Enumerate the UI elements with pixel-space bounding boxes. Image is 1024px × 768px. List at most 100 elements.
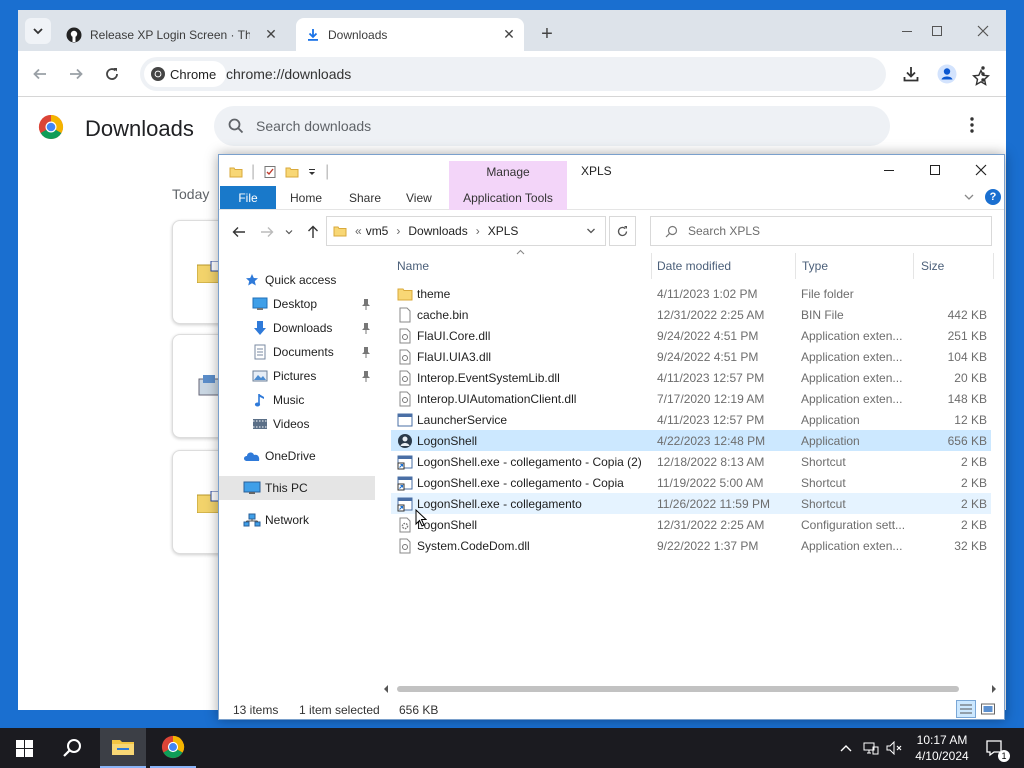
ribbon-tab-home[interactable]: Home bbox=[290, 191, 322, 205]
ribbon-tab-file[interactable]: File bbox=[220, 186, 276, 209]
explorer-search-input[interactable]: Search XPLS bbox=[650, 216, 992, 246]
omnibox[interactable]: Chrome chrome://downloads bbox=[140, 57, 990, 91]
address-history-button[interactable] bbox=[582, 216, 600, 246]
explorer-forward-button[interactable] bbox=[257, 222, 277, 242]
file-row[interactable]: Interop.EventSystemLib.dll 4/11/2023 12:… bbox=[391, 367, 991, 388]
search-icon bbox=[228, 118, 244, 134]
maximize-button[interactable] bbox=[925, 20, 949, 42]
reload-button[interactable] bbox=[101, 63, 123, 85]
column-header-date-modified[interactable]: Date modified bbox=[657, 259, 731, 273]
explorer-close-button[interactable] bbox=[971, 162, 991, 178]
site-info-chip[interactable]: Chrome bbox=[144, 61, 227, 87]
network-tray-icon[interactable] bbox=[860, 728, 882, 768]
column-header-name[interactable]: Name bbox=[397, 259, 429, 273]
file-row[interactable]: theme 4/11/2023 1:02 PM File folder bbox=[391, 283, 991, 304]
help-icon[interactable]: ? bbox=[985, 189, 1001, 205]
nav-downloads[interactable]: Downloads bbox=[219, 316, 376, 340]
file-date: 9/22/2022 1:37 PM bbox=[657, 539, 759, 553]
expand-ribbon-icon[interactable] bbox=[963, 191, 975, 203]
nav-desktop[interactable]: Desktop bbox=[219, 292, 376, 316]
minimize-button[interactable] bbox=[895, 20, 919, 42]
large-icons-view-icon[interactable] bbox=[980, 701, 996, 717]
details-view-icon[interactable] bbox=[956, 700, 976, 718]
breadcrumb-xpls[interactable]: XPLS bbox=[488, 224, 519, 238]
profile-button[interactable] bbox=[936, 63, 958, 85]
show-hidden-icons-button[interactable] bbox=[836, 728, 856, 768]
nav-music[interactable]: Music bbox=[219, 388, 376, 412]
arrow-left-icon bbox=[232, 227, 245, 237]
file-row[interactable]: LogonShell.exe - collegamento - Copia 11… bbox=[391, 472, 991, 493]
column-divider[interactable] bbox=[795, 253, 796, 279]
scrollbar-thumb[interactable] bbox=[397, 686, 959, 692]
address-bar[interactable]: « vm5 › Downloads › XPLS bbox=[326, 216, 606, 246]
nav-network[interactable]: Network bbox=[219, 508, 376, 532]
downloads-button[interactable] bbox=[900, 63, 922, 85]
taskbar-file-explorer[interactable] bbox=[100, 728, 146, 768]
ribbon-tab-share[interactable]: Share bbox=[349, 191, 381, 205]
search-icon bbox=[665, 225, 678, 237]
scroll-left-icon[interactable] bbox=[383, 685, 389, 693]
ribbon-tab-view[interactable]: View bbox=[406, 191, 432, 205]
file-row[interactable]: FlaUI.UIA3.dll 9/24/2022 4:51 PM Applica… bbox=[391, 346, 991, 367]
file-size: 20 KB bbox=[954, 371, 987, 385]
nav-this-pc[interactable]: This PC bbox=[219, 476, 375, 500]
ribbon-tab-application-tools[interactable]: Application Tools bbox=[449, 191, 567, 205]
back-button[interactable] bbox=[29, 63, 51, 85]
breadcrumb-downloads[interactable]: Downloads bbox=[408, 224, 467, 238]
clock[interactable]: 10:17 AM 4/10/2024 bbox=[912, 732, 972, 764]
downloads-more-icon[interactable] bbox=[962, 116, 982, 134]
nav-pictures[interactable]: Pictures bbox=[219, 364, 376, 388]
sort-ascending-icon bbox=[516, 249, 525, 255]
pin-icon bbox=[362, 347, 370, 358]
file-row[interactable]: LogonShell.exe - collegamento - Copia (2… bbox=[391, 451, 991, 472]
up-level-button[interactable] bbox=[303, 222, 323, 242]
nav-documents[interactable]: Documents bbox=[219, 340, 376, 364]
tab-release-xp[interactable]: Release XP Login Screen · TheR ✕ bbox=[58, 18, 286, 51]
file-row-selected[interactable]: LogonShell 4/22/2023 12:48 PM Applicatio… bbox=[391, 430, 991, 451]
nav-onedrive[interactable]: OneDrive bbox=[219, 444, 376, 468]
explorer-back-button[interactable] bbox=[229, 222, 249, 242]
column-divider[interactable] bbox=[993, 253, 994, 279]
volume-tray-icon[interactable] bbox=[884, 728, 906, 768]
column-header-size[interactable]: Size bbox=[921, 259, 944, 273]
close-tab-icon[interactable]: ✕ bbox=[502, 26, 516, 42]
column-header-type[interactable]: Type bbox=[802, 259, 828, 273]
customize-qat-icon[interactable] bbox=[307, 167, 317, 177]
refresh-button[interactable] bbox=[609, 216, 636, 246]
scroll-right-icon[interactable] bbox=[991, 685, 997, 693]
file-row[interactable]: cache.bin 12/31/2022 2:25 AM BIN File 44… bbox=[391, 304, 991, 325]
breadcrumb-vm5[interactable]: vm5 bbox=[366, 224, 389, 238]
close-tab-icon[interactable]: ✕ bbox=[264, 26, 278, 42]
file-row-hovered[interactable]: LogonShell.exe - collegamento 11/26/2022… bbox=[391, 493, 991, 514]
new-tab-button[interactable]: + bbox=[536, 23, 558, 45]
file-type: Shortcut bbox=[801, 455, 846, 469]
chrome-menu-button[interactable] bbox=[972, 63, 994, 85]
new-folder-icon[interactable] bbox=[285, 165, 299, 179]
action-center-button[interactable]: 1 bbox=[980, 728, 1010, 768]
file-row[interactable]: LogonShell 12/31/2022 2:25 AM Configurat… bbox=[391, 514, 991, 535]
tab-downloads[interactable]: Downloads ✕ bbox=[296, 18, 524, 51]
nav-videos[interactable]: Videos bbox=[219, 412, 376, 436]
column-divider[interactable] bbox=[651, 253, 652, 279]
downloads-search-input[interactable]: Search downloads bbox=[214, 106, 890, 146]
forward-button[interactable] bbox=[65, 63, 87, 85]
recent-locations-button[interactable] bbox=[283, 222, 295, 242]
properties-icon[interactable] bbox=[263, 165, 277, 179]
file-type: Application bbox=[801, 413, 860, 427]
file-row[interactable]: LauncherService 4/11/2023 12:57 PM Appli… bbox=[391, 409, 991, 430]
start-button[interactable] bbox=[6, 728, 42, 768]
taskbar-search-button[interactable] bbox=[52, 728, 92, 768]
file-name: LogonShell bbox=[417, 518, 478, 532]
close-window-button[interactable] bbox=[971, 20, 995, 42]
file-row[interactable]: System.CodeDom.dll 9/22/2022 1:37 PM App… bbox=[391, 535, 991, 556]
tab-search-dropdown-button[interactable] bbox=[25, 18, 51, 44]
taskbar-chrome[interactable] bbox=[150, 728, 196, 768]
file-row[interactable]: Interop.UIAutomationClient.dll 7/17/2020… bbox=[391, 388, 991, 409]
config-file-icon bbox=[399, 517, 411, 533]
explorer-maximize-button[interactable] bbox=[925, 162, 945, 178]
page-title: Downloads bbox=[85, 116, 194, 141]
column-divider[interactable] bbox=[913, 253, 914, 279]
file-row[interactable]: FlaUI.Core.dll 9/24/2022 4:51 PM Applica… bbox=[391, 325, 991, 346]
nav-quick-access[interactable]: Quick access bbox=[219, 268, 376, 292]
explorer-minimize-button[interactable] bbox=[879, 162, 899, 178]
